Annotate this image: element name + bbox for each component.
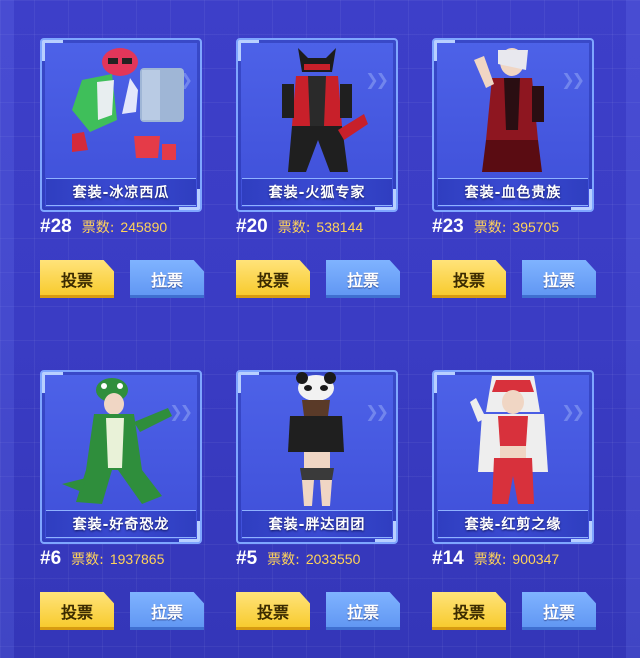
outfit-name: 套装-血色贵族 bbox=[438, 178, 588, 206]
outfit-stats: #28 票数: 245890 bbox=[40, 216, 210, 244]
votes-label: 票数: bbox=[473, 220, 507, 236]
outfit-stats: #14 票数: 900347 bbox=[432, 548, 602, 576]
canvass-button[interactable]: 拉票 bbox=[130, 260, 204, 298]
votes-count: 1937865 bbox=[109, 551, 165, 567]
canvass-button[interactable]: 拉票 bbox=[522, 592, 596, 630]
votes-label: 票数: bbox=[71, 552, 104, 568]
vote-button[interactable]: 投票 bbox=[40, 260, 114, 298]
rank-number: #20 bbox=[236, 216, 268, 237]
outfit-name: 套装-红剪之缘 bbox=[438, 510, 588, 538]
votes-count: 395705 bbox=[512, 219, 560, 235]
votes-count: 538144 bbox=[316, 219, 364, 235]
rank-number: #28 bbox=[40, 216, 72, 237]
votes-count: 245890 bbox=[120, 219, 168, 235]
outfit-name: 套装-火狐专家 bbox=[242, 178, 392, 206]
outfit-image-frame[interactable]: ❯❯ 套装-胖达团团 bbox=[236, 370, 398, 544]
watermelon-outfit-image bbox=[72, 48, 184, 160]
outfit-stats: #20 票数: 538144 bbox=[236, 216, 406, 244]
vote-button[interactable]: 投票 bbox=[236, 260, 310, 298]
outfit-image-frame[interactable]: ❯❯ 套装-好奇恐龙 bbox=[40, 370, 202, 544]
votes-count: 900347 bbox=[512, 551, 560, 567]
vote-button[interactable]: 投票 bbox=[432, 260, 506, 298]
rank-number: #23 bbox=[432, 216, 464, 237]
outfit-name: 套装-冰凉西瓜 bbox=[46, 178, 196, 206]
votes-label: 票数: bbox=[473, 552, 507, 568]
outfit-stats: #6 票数: 1937865 bbox=[40, 548, 210, 576]
left-rail bbox=[0, 0, 14, 658]
red-cut-outfit-image bbox=[470, 376, 548, 504]
curious-dino-outfit-image bbox=[62, 378, 172, 504]
rank-number: #14 bbox=[432, 548, 464, 569]
vote-button[interactable]: 投票 bbox=[40, 592, 114, 630]
outfit-stats: #23 票数: 395705 bbox=[432, 216, 602, 244]
canvass-button[interactable]: 拉票 bbox=[326, 260, 400, 298]
rank-number: #6 bbox=[40, 548, 62, 569]
canvass-button[interactable]: 拉票 bbox=[522, 260, 596, 298]
votes-count: 2033550 bbox=[305, 551, 361, 567]
outfit-image-frame[interactable]: ❯❯ 套装-冰凉西瓜 bbox=[40, 38, 202, 212]
crimson-noble-outfit-image bbox=[474, 48, 544, 172]
outfit-name: 套装-好奇恐龙 bbox=[46, 510, 196, 538]
outfit-image-frame[interactable]: ❯❯ 套装-红剪之缘 bbox=[432, 370, 594, 544]
rank-number: #5 bbox=[236, 548, 258, 569]
votes-label: 票数: bbox=[267, 552, 300, 568]
votes-label: 票数: bbox=[81, 220, 115, 236]
outfit-image-frame[interactable]: ❯❯ 套装-血色贵族 bbox=[432, 38, 594, 212]
outfit-image-frame[interactable]: ❯❯ 套装-火狐专家 bbox=[236, 38, 398, 212]
fox-expert-outfit-image bbox=[282, 48, 368, 172]
votes-label: 票数: bbox=[277, 220, 311, 236]
panda-outfit-image bbox=[288, 372, 344, 506]
vote-button[interactable]: 投票 bbox=[432, 592, 506, 630]
outfit-stats: #5 票数: 2033550 bbox=[236, 548, 406, 576]
outfit-name: 套装-胖达团团 bbox=[242, 510, 392, 538]
right-rail bbox=[626, 0, 640, 658]
canvass-button[interactable]: 拉票 bbox=[326, 592, 400, 630]
canvass-button[interactable]: 拉票 bbox=[130, 592, 204, 630]
vote-button[interactable]: 投票 bbox=[236, 592, 310, 630]
